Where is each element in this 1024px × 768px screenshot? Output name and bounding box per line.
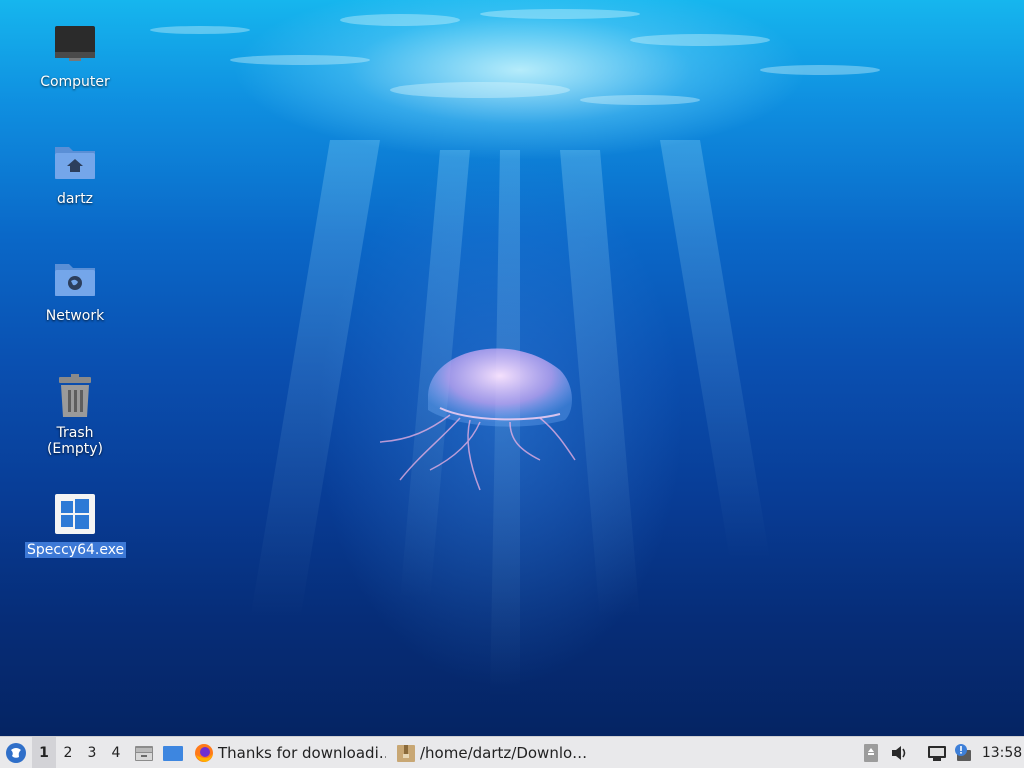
file-manager-icon xyxy=(135,745,153,761)
desktop-icon-computer[interactable]: Computer xyxy=(25,22,125,90)
desktop-icon-label: dartz xyxy=(56,191,94,207)
desktop-icon-label: Computer xyxy=(40,74,110,90)
volume-icon xyxy=(892,745,906,760)
workspace-2[interactable]: 2 xyxy=(56,737,80,768)
removable-drive-icon xyxy=(864,743,878,762)
desktop-icon-home-folder[interactable]: dartz xyxy=(25,139,125,207)
show-desktop-icon xyxy=(163,745,183,761)
desktop-icon-network[interactable]: Network xyxy=(25,256,125,324)
desktop[interactable]: Computer dartz Network Trash (Empty) Spe… xyxy=(0,0,1024,736)
computer-icon xyxy=(51,22,99,70)
desktop-icon-label: Trash (Empty) xyxy=(46,425,104,457)
desktop-icon-label: Speccy64.exe xyxy=(25,542,127,558)
archive-manager-icon xyxy=(397,744,415,762)
desktop-icon-label: Network xyxy=(45,308,105,324)
show-desktop-button[interactable] xyxy=(161,737,185,768)
notification-button[interactable] xyxy=(952,737,974,768)
network-button[interactable] xyxy=(926,737,948,768)
taskbar: 1 2 3 4 Thanks for downloadi… /home/dart… xyxy=(0,736,1024,768)
trash-icon xyxy=(51,373,99,421)
desktop-icon-trash[interactable]: Trash (Empty) xyxy=(25,373,125,457)
firefox-icon xyxy=(195,743,213,762)
network-icon xyxy=(928,745,946,761)
volume-button[interactable] xyxy=(889,737,911,768)
desktop-icon-speccy-exe[interactable]: Speccy64.exe xyxy=(25,490,127,558)
whisker-menu-icon xyxy=(6,742,26,763)
task-label: Thanks for downloadi… xyxy=(218,743,386,762)
removable-drive-button[interactable] xyxy=(861,737,881,768)
task-firefox[interactable]: Thanks for downloadi… xyxy=(194,737,386,768)
network-folder-icon xyxy=(51,256,99,304)
jellyfish-wallpaper-image xyxy=(379,348,576,491)
windows-exe-icon xyxy=(51,490,99,538)
whisker-menu-button[interactable] xyxy=(4,737,28,768)
notification-icon xyxy=(955,743,971,761)
workspace-1[interactable]: 1 xyxy=(32,737,56,768)
workspace-3[interactable]: 3 xyxy=(80,737,104,768)
file-manager-launcher[interactable] xyxy=(132,737,156,768)
clock[interactable]: 13:58 xyxy=(980,737,1024,768)
workspace-4[interactable]: 4 xyxy=(104,737,128,768)
task-label: /home/dartz/Downlo… xyxy=(420,743,586,762)
task-archive-manager[interactable]: /home/dartz/Downlo… xyxy=(396,737,586,768)
home-folder-icon xyxy=(51,139,99,187)
